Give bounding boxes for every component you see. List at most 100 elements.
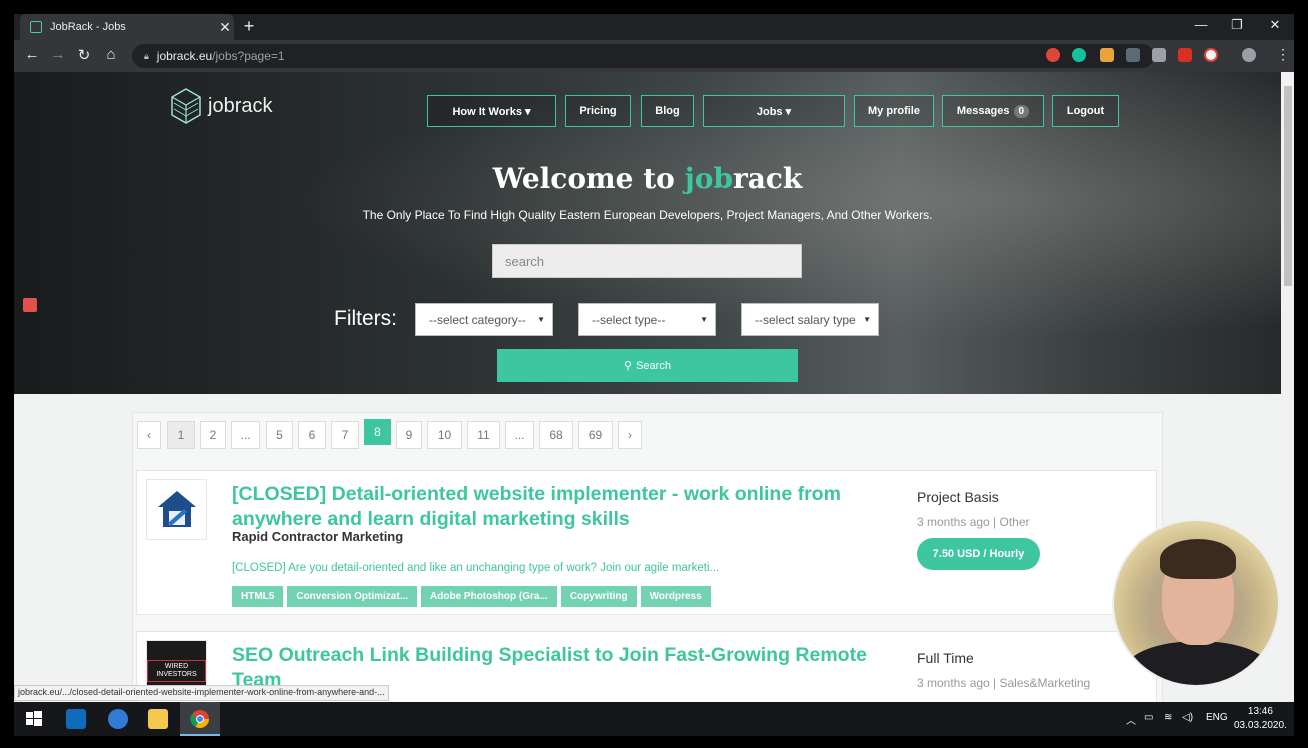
page-6[interactable]: 6: [298, 421, 326, 449]
nav-messages-label: Messages: [956, 105, 1010, 117]
url-host: jobrack.eu: [156, 49, 213, 63]
nav-pricing[interactable]: Pricing: [565, 95, 631, 127]
browser-tab-strip: JobRack - Jobs ✕ + — ❐ ✕: [14, 14, 1294, 40]
job-tag[interactable]: Conversion Optimizat...: [287, 586, 418, 607]
profile-avatar-icon[interactable]: [1242, 48, 1256, 62]
spiral-extension-icon[interactable]: [1204, 48, 1218, 62]
logo-text: jobrack: [208, 94, 273, 117]
url-path: /jobs?page=1: [212, 49, 285, 63]
job-tag[interactable]: HTML5: [232, 586, 284, 607]
new-tab-button[interactable]: +: [238, 16, 260, 37]
taskbar-clock[interactable]: 13:46 03.03.2020.: [1234, 705, 1287, 733]
type-select[interactable]: --select type-- ▼: [578, 303, 716, 336]
language-indicator[interactable]: ENG: [1206, 712, 1228, 723]
dropdown-caret-icon: ▼: [537, 315, 545, 324]
chrome-icon: [190, 710, 209, 729]
forward-icon[interactable]: →: [48, 46, 68, 63]
job-listing: ‹ 1 2 ... 5 6 7 8 9 10 11 ... 68 69 › [C…: [132, 412, 1163, 702]
people-icon[interactable]: [108, 709, 128, 729]
site-logo[interactable]: jobrack: [170, 87, 272, 125]
adblock-extension-icon[interactable]: [1046, 48, 1060, 62]
lock-icon: 🔒︎: [144, 50, 149, 61]
page-8-current[interactable]: 8: [364, 419, 391, 445]
presenter-shirt: [1124, 641, 1272, 685]
home-icon[interactable]: ⌂: [101, 46, 121, 63]
tray-chevron-icon[interactable]: ︿: [1126, 712, 1136, 727]
wifi-icon[interactable]: ≋: [1164, 712, 1172, 723]
mail-extension-icon[interactable]: [1152, 48, 1166, 62]
chrome-taskbar-button[interactable]: [180, 702, 220, 736]
page-2[interactable]: 2: [200, 421, 226, 449]
browser-tab[interactable]: JobRack - Jobs ✕: [20, 14, 234, 40]
company-logo[interactable]: [146, 479, 207, 540]
page-scrollbar[interactable]: [1281, 72, 1294, 702]
cube-logo-icon: [171, 88, 201, 124]
search-icon: ⚲: [624, 360, 633, 372]
page-next[interactable]: ›: [618, 421, 642, 449]
nav-messages[interactable]: Messages 0: [942, 95, 1044, 127]
file-explorer-icon[interactable]: [148, 709, 168, 729]
volume-icon[interactable]: ◁): [1182, 712, 1193, 723]
clock-date: 03.03.2020.: [1234, 720, 1287, 731]
back-icon[interactable]: ←: [22, 46, 42, 63]
job-type: Project Basis: [917, 489, 999, 505]
page-69[interactable]: 69: [578, 421, 613, 449]
close-tab-icon[interactable]: ✕: [216, 19, 234, 36]
page-5[interactable]: 5: [266, 421, 293, 449]
nav-my-profile[interactable]: My profile: [854, 95, 934, 127]
grammarly-extension-icon[interactable]: [1072, 48, 1086, 62]
page-1[interactable]: 1: [167, 421, 195, 449]
category-select[interactable]: --select category-- ▼: [415, 303, 553, 336]
page-ellipsis: ...: [231, 421, 260, 449]
honey-extension-icon[interactable]: [1100, 48, 1114, 62]
hero-section: jobrack How It Works ▾ Pricing Blog Jobs…: [14, 72, 1281, 394]
reload-icon[interactable]: ↻: [74, 46, 94, 64]
messages-count-badge: 0: [1013, 104, 1030, 118]
search-button[interactable]: ⚲ Search: [497, 349, 798, 382]
screen: JobRack - Jobs ✕ + — ❐ ✕ ← → ↻ ⌂ 🔒︎ jobr…: [0, 0, 1308, 748]
windows-start-icon[interactable]: [24, 709, 44, 729]
job-meta: 3 months ago | Other: [917, 515, 1030, 529]
job-tag[interactable]: Copywriting: [560, 586, 637, 607]
scrollbar-thumb[interactable]: [1284, 86, 1292, 286]
minimize-icon[interactable]: —: [1186, 17, 1216, 32]
hero-subtitle: The Only Place To Find High Quality East…: [362, 208, 933, 222]
outlook-icon[interactable]: [66, 709, 86, 729]
job-tags: HTML5 Conversion Optimizat... Adobe Phot…: [232, 586, 711, 607]
presenter-hair: [1160, 539, 1236, 579]
page-9[interactable]: 9: [396, 421, 422, 449]
nav-how-it-works[interactable]: How It Works ▾: [427, 95, 556, 127]
close-window-icon[interactable]: ✕: [1260, 17, 1290, 33]
page-11[interactable]: 11: [467, 421, 500, 449]
wired-investors-logo: WIRED INVESTORS: [147, 659, 206, 682]
battery-icon[interactable]: ▭: [1144, 712, 1153, 723]
browser-menu-icon[interactable]: ⋮: [1276, 46, 1290, 63]
nav-jobs[interactable]: Jobs ▾: [703, 95, 845, 127]
pen-extension-icon[interactable]: [1126, 48, 1140, 62]
lastpass-extension-icon[interactable]: [1178, 48, 1192, 62]
filters-label: Filters:: [334, 307, 397, 330]
recording-indicator-icon[interactable]: [23, 298, 37, 312]
browser-toolbar: ← → ↻ ⌂ 🔒︎ jobrack.eu /jobs?page=1 ☆ ⋮: [14, 40, 1294, 72]
nav-blog[interactable]: Blog: [641, 95, 694, 127]
page-68[interactable]: 68: [539, 421, 573, 449]
restore-icon[interactable]: ❐: [1222, 17, 1252, 33]
house-logo-icon: [157, 490, 196, 527]
page-prev[interactable]: ‹: [137, 421, 161, 449]
salary-type-select[interactable]: --select salary type ▼: [741, 303, 879, 336]
address-bar[interactable]: 🔒︎ jobrack.eu /jobs?page=1 ☆: [132, 44, 1154, 68]
job-title-link[interactable]: [CLOSED] Detail-oriented website impleme…: [232, 482, 892, 532]
job-tag[interactable]: Adobe Photoshop (Gra...: [421, 586, 557, 607]
page-10[interactable]: 10: [427, 421, 462, 449]
page-viewport: jobrack How It Works ▾ Pricing Blog Jobs…: [14, 72, 1281, 702]
clock-time: 13:46: [1247, 706, 1273, 717]
page-ellipsis-2: ...: [505, 421, 534, 449]
nav-logout[interactable]: Logout: [1052, 95, 1119, 127]
page-7[interactable]: 7: [331, 421, 359, 449]
job-meta: 3 months ago | Sales&Marketing: [917, 676, 1091, 690]
search-input[interactable]: search: [492, 244, 802, 278]
job-tag[interactable]: Wordpress: [640, 586, 711, 607]
job-company: Rapid Contractor Marketing: [232, 529, 404, 544]
tab-title: JobRack - Jobs: [50, 21, 126, 33]
job-card[interactable]: [CLOSED] Detail-oriented website impleme…: [136, 470, 1157, 615]
